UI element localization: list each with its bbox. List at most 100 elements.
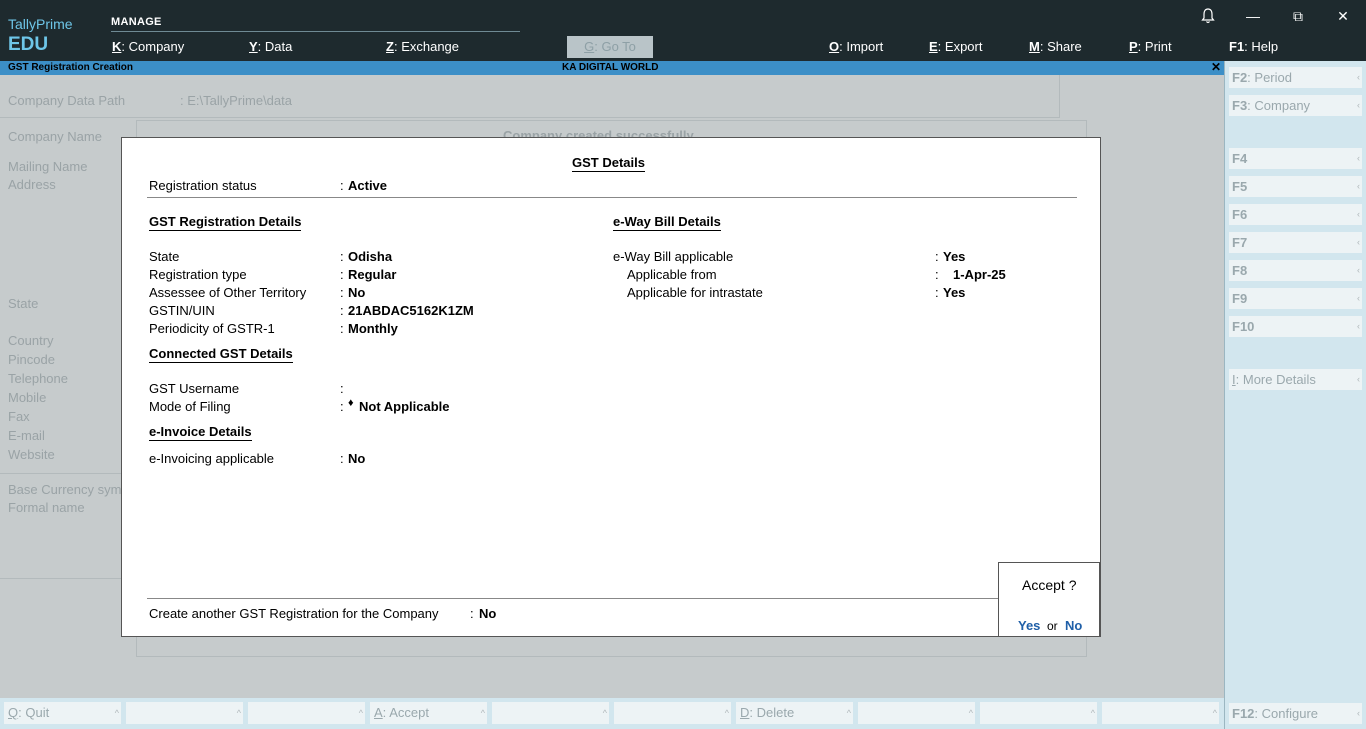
dialog-title: GST Details (572, 155, 645, 172)
email-label: E-mail (8, 428, 45, 443)
telephone-label: Telephone (8, 371, 68, 386)
bell-icon[interactable] (1198, 8, 1218, 27)
menu-data[interactable]: Y: Data (249, 39, 292, 54)
f5-button[interactable]: F5 ‹ (1229, 176, 1362, 197)
empty-button[interactable]: ^ (248, 702, 365, 724)
menu-import[interactable]: O: Import (829, 39, 883, 54)
empty-button[interactable]: ^ (126, 702, 243, 724)
accept-button[interactable]: A: Accept ^ (370, 702, 487, 724)
chevron-left-icon: ‹ (1357, 72, 1360, 82)
state-label: State (149, 249, 180, 264)
connected-gst-details-heading: Connected GST Details (149, 346, 293, 363)
menu-print[interactable]: P: Print (1129, 39, 1172, 54)
chevron-left-icon: ‹ (1357, 708, 1360, 718)
gst-registration-details-heading: GST Registration Details (149, 214, 302, 231)
create-another-registration-label: Create another GST Registration for the … (149, 606, 439, 621)
eway-bill-details-heading: e-Way Bill Details (613, 214, 721, 231)
menu-exchange[interactable]: Z: Exchange (386, 39, 459, 54)
menu-share[interactable]: M: Share (1029, 39, 1082, 54)
chevron-up-icon: ^ (724, 708, 729, 718)
registration-status-value[interactable]: Active (348, 178, 387, 193)
chevron-up-icon: ^ (602, 708, 607, 718)
empty-button[interactable]: ^ (492, 702, 609, 724)
divider (147, 197, 1077, 198)
applicable-intrastate-label: Applicable for intrastate (627, 285, 763, 300)
chevron-up-icon: ^ (1212, 708, 1217, 718)
chevron-left-icon: ‹ (1357, 153, 1360, 163)
company-title: KA DIGITAL WORLD (562, 62, 659, 73)
applicable-from-value[interactable]: 1-Apr-25 (953, 267, 1006, 282)
restore-icon[interactable]: ⧉ (1288, 8, 1308, 25)
close-screen-icon[interactable]: ✕ (1211, 60, 1221, 74)
chevron-left-icon: ‹ (1357, 293, 1360, 303)
menu-export[interactable]: E: Export (929, 39, 982, 54)
configure-button[interactable]: F12: Configure ‹ (1229, 703, 1362, 724)
country-label: Country (8, 333, 54, 348)
menu-help[interactable]: F1: Help (1229, 39, 1278, 54)
mode-of-filing-value[interactable]: Not Applicable (359, 399, 450, 414)
period-button[interactable]: F2: Period ‹ (1229, 67, 1362, 88)
chevron-up-icon: ^ (236, 708, 241, 718)
delete-button[interactable]: D: Delete ^ (736, 702, 853, 724)
accept-yes-button[interactable]: Yes (1018, 618, 1040, 633)
more-details-button[interactable]: I: More Details ‹ (1229, 369, 1362, 390)
f9-button[interactable]: F9 ‹ (1229, 288, 1362, 309)
applicable-from-label: Applicable from (627, 267, 717, 282)
chevron-left-icon: ‹ (1357, 209, 1360, 219)
chevron-up-icon: ^ (1090, 708, 1095, 718)
state-value[interactable]: Odisha (348, 249, 392, 264)
chevron-left-icon: ‹ (1357, 100, 1360, 110)
f4-button[interactable]: F4 ‹ (1229, 148, 1362, 169)
assessee-other-territory-value[interactable]: No (348, 285, 365, 300)
minimize-icon[interactable]: — (1243, 8, 1263, 24)
registration-status-label: Registration status (149, 178, 257, 193)
eway-bill-applicable-value[interactable]: Yes (943, 249, 965, 264)
quit-button[interactable]: Q: Quit ^ (4, 702, 121, 724)
f10-button[interactable]: F10 ‹ (1229, 316, 1362, 337)
gstin-value[interactable]: 21ABDAC5162K1ZM (348, 303, 474, 318)
brand-name: TallyPrime (8, 16, 73, 32)
state-label: State (8, 296, 39, 311)
menu-section-divider (111, 31, 520, 32)
empty-button[interactable]: ^ (614, 702, 731, 724)
menu-company[interactable]: K: Company (112, 39, 184, 54)
create-another-registration-value[interactable]: No (479, 606, 496, 621)
chevron-left-icon: ‹ (1357, 374, 1360, 384)
f7-button[interactable]: F7 ‹ (1229, 232, 1362, 253)
menu-section-label: MANAGE (111, 16, 162, 28)
company-data-path-value: : E:\TallyPrime\data (180, 93, 292, 108)
screen-title: GST Registration Creation (8, 62, 134, 73)
f8-button[interactable]: F8 ‹ (1229, 260, 1362, 281)
data-path-panel (0, 75, 1060, 118)
accept-or-text: or (1047, 619, 1058, 633)
periodicity-value[interactable]: Monthly (348, 321, 398, 336)
chevron-left-icon: ‹ (1357, 321, 1360, 331)
chevron-left-icon: ‹ (1357, 237, 1360, 247)
close-window-icon[interactable]: ✕ (1333, 8, 1353, 25)
accept-no-button[interactable]: No (1065, 618, 1082, 633)
registration-type-value[interactable]: Regular (348, 267, 396, 282)
menu-go-to[interactable]: G: Go To (567, 36, 653, 58)
einvoicing-applicable-label: e-Invoicing applicable (149, 451, 275, 466)
brand-edition: EDU (8, 34, 49, 55)
empty-button[interactable]: ^ (980, 702, 1097, 724)
website-label: Website (8, 447, 55, 462)
einvoicing-applicable-value[interactable]: No (348, 451, 365, 466)
address-label: Address (8, 177, 56, 192)
divider (0, 473, 136, 474)
assessee-other-territory-label: Assessee of Other Territory (149, 285, 307, 300)
company-name-label: Company Name (8, 129, 102, 144)
gst-details-dialog: GST Details Registration status : Active… (121, 137, 1101, 637)
company-button[interactable]: F3: Company ‹ (1229, 95, 1362, 116)
registration-type-label: Registration type (149, 267, 247, 282)
chevron-up-icon: ^ (480, 708, 485, 718)
gst-username-label: GST Username (149, 381, 240, 396)
periodicity-label: Periodicity of GSTR-1 (149, 321, 275, 336)
chevron-up-icon: ^ (846, 708, 851, 718)
diamond-bullet-icon: ♦ (348, 397, 354, 409)
applicable-intrastate-value[interactable]: Yes (943, 285, 965, 300)
empty-button[interactable]: ^ (858, 702, 975, 724)
empty-button[interactable]: ^ (1102, 702, 1219, 724)
f6-button[interactable]: F6 ‹ (1229, 204, 1362, 225)
screen-title-bar: GST Registration Creation KA DIGITAL WOR… (0, 60, 1224, 75)
